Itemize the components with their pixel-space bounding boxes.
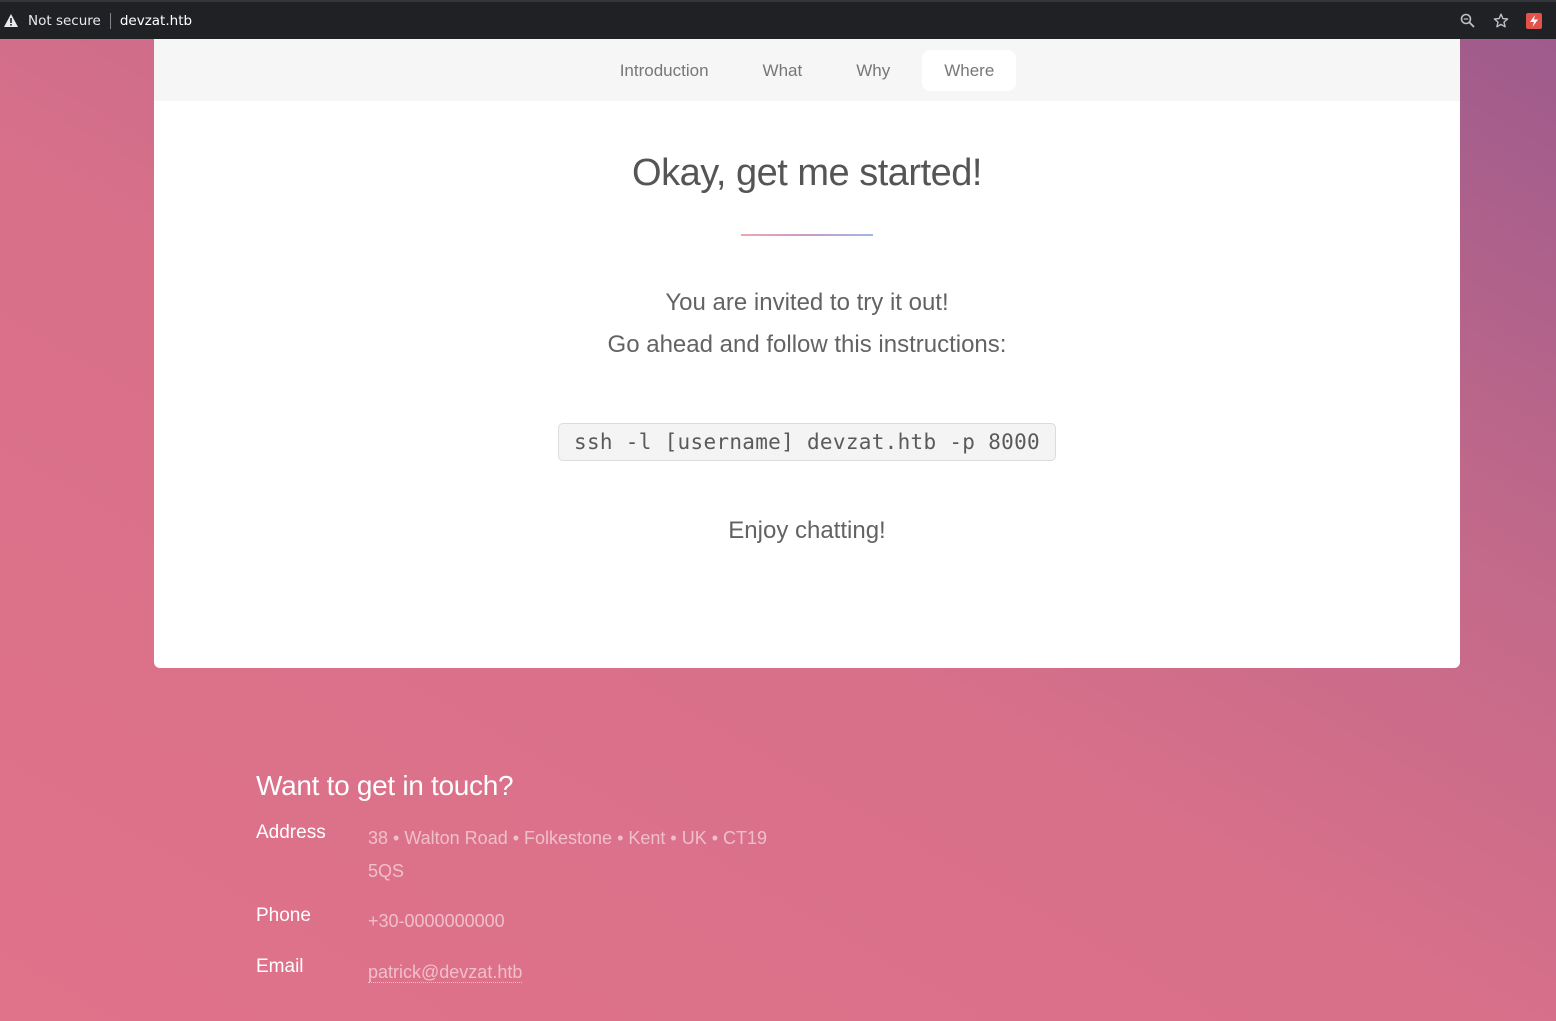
- address-separator: [109, 12, 111, 29]
- email-row: Email patrick@devzat.htb: [256, 956, 856, 989]
- extension-icon[interactable]: [1526, 12, 1542, 29]
- url-field[interactable]: devzat.htb: [120, 13, 192, 29]
- security-status[interactable]: Not secure: [28, 13, 101, 29]
- nav-item-introduction[interactable]: Introduction: [598, 50, 731, 91]
- address-line-1: 38 • Walton Road • Folkestone • Kent • U…: [368, 828, 768, 848]
- section-title: Okay, get me started!: [632, 152, 982, 194]
- address-line-2: 5QS: [368, 861, 405, 881]
- email-value: patrick@devzat.htb: [368, 956, 768, 989]
- invite-line-1: You are invited to try it out!: [665, 289, 949, 316]
- section-nav: Introduction What Why Where: [154, 39, 1460, 101]
- zoom-icon[interactable]: [1458, 12, 1476, 30]
- phone-value: +30-0000000000: [368, 911, 505, 931]
- browser-address-bar: Not secure devzat.htb: [0, 0, 1556, 39]
- address-row: Address 38 • Walton Road • Folkestone • …: [256, 822, 856, 888]
- contact-footer: Want to get in touch? Address 38 • Walto…: [256, 770, 856, 989]
- phone-row: Phone +30-0000000000: [256, 905, 856, 938]
- warning-icon[interactable]: [4, 14, 20, 28]
- browser-actions: [1458, 2, 1542, 39]
- address-label: Address: [256, 822, 326, 843]
- get-started-section: Okay, get me started! You are invited to…: [154, 152, 1460, 545]
- nav-item-where[interactable]: Where: [922, 49, 1017, 91]
- bookmark-star-icon[interactable]: [1492, 12, 1510, 30]
- email-link[interactable]: patrick@devzat.htb: [368, 962, 523, 983]
- contact-title: Want to get in touch?: [256, 770, 514, 801]
- nav-item-what[interactable]: What: [741, 50, 825, 91]
- phone-label: Phone: [256, 905, 311, 926]
- title-divider: [741, 234, 873, 236]
- ssh-command[interactable]: ssh -l [username] devzat.htb -p 8000: [558, 423, 1056, 461]
- email-label: Email: [256, 956, 304, 977]
- invite-text: You are invited to try it out! Go ahead …: [154, 282, 1460, 366]
- main-card: Introduction What Why Where Okay, get me…: [154, 39, 1460, 668]
- address-value: 38 • Walton Road • Folkestone • Kent • U…: [368, 822, 768, 888]
- invite-line-2: Go ahead and follow this instructions:: [607, 331, 1007, 358]
- closing-text: Enjoy chatting!: [728, 517, 886, 544]
- nav-item-why[interactable]: Why: [834, 50, 912, 91]
